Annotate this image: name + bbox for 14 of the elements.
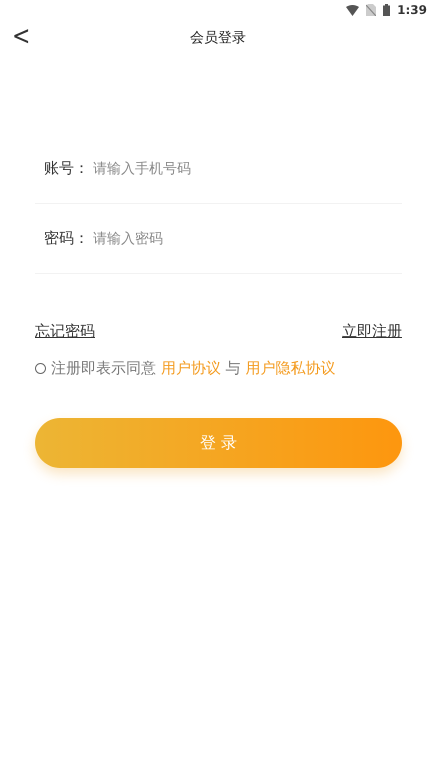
wifi-icon bbox=[346, 4, 360, 16]
agreement-text: 注册即表示同意 用户协议 与 用户隐私协议 bbox=[51, 359, 336, 378]
input-field[interactable]: 请输入密码 bbox=[93, 230, 402, 246]
page-title: 会员登录 bbox=[190, 29, 246, 47]
battery-icon bbox=[383, 4, 390, 16]
no-sim-icon bbox=[366, 4, 376, 16]
agreement-radio[interactable] bbox=[35, 363, 46, 374]
input-field[interactable]: 请输入手机号码 bbox=[93, 160, 402, 176]
register-link[interactable]: 立即注册 bbox=[342, 322, 402, 341]
field-label: 账号： bbox=[44, 159, 89, 178]
back-button[interactable]: < bbox=[8, 22, 34, 52]
status-time: 1:39 bbox=[397, 3, 427, 17]
forgot-password-link[interactable]: 忘记密码 bbox=[35, 322, 95, 341]
field-label: 密码： bbox=[44, 229, 89, 248]
